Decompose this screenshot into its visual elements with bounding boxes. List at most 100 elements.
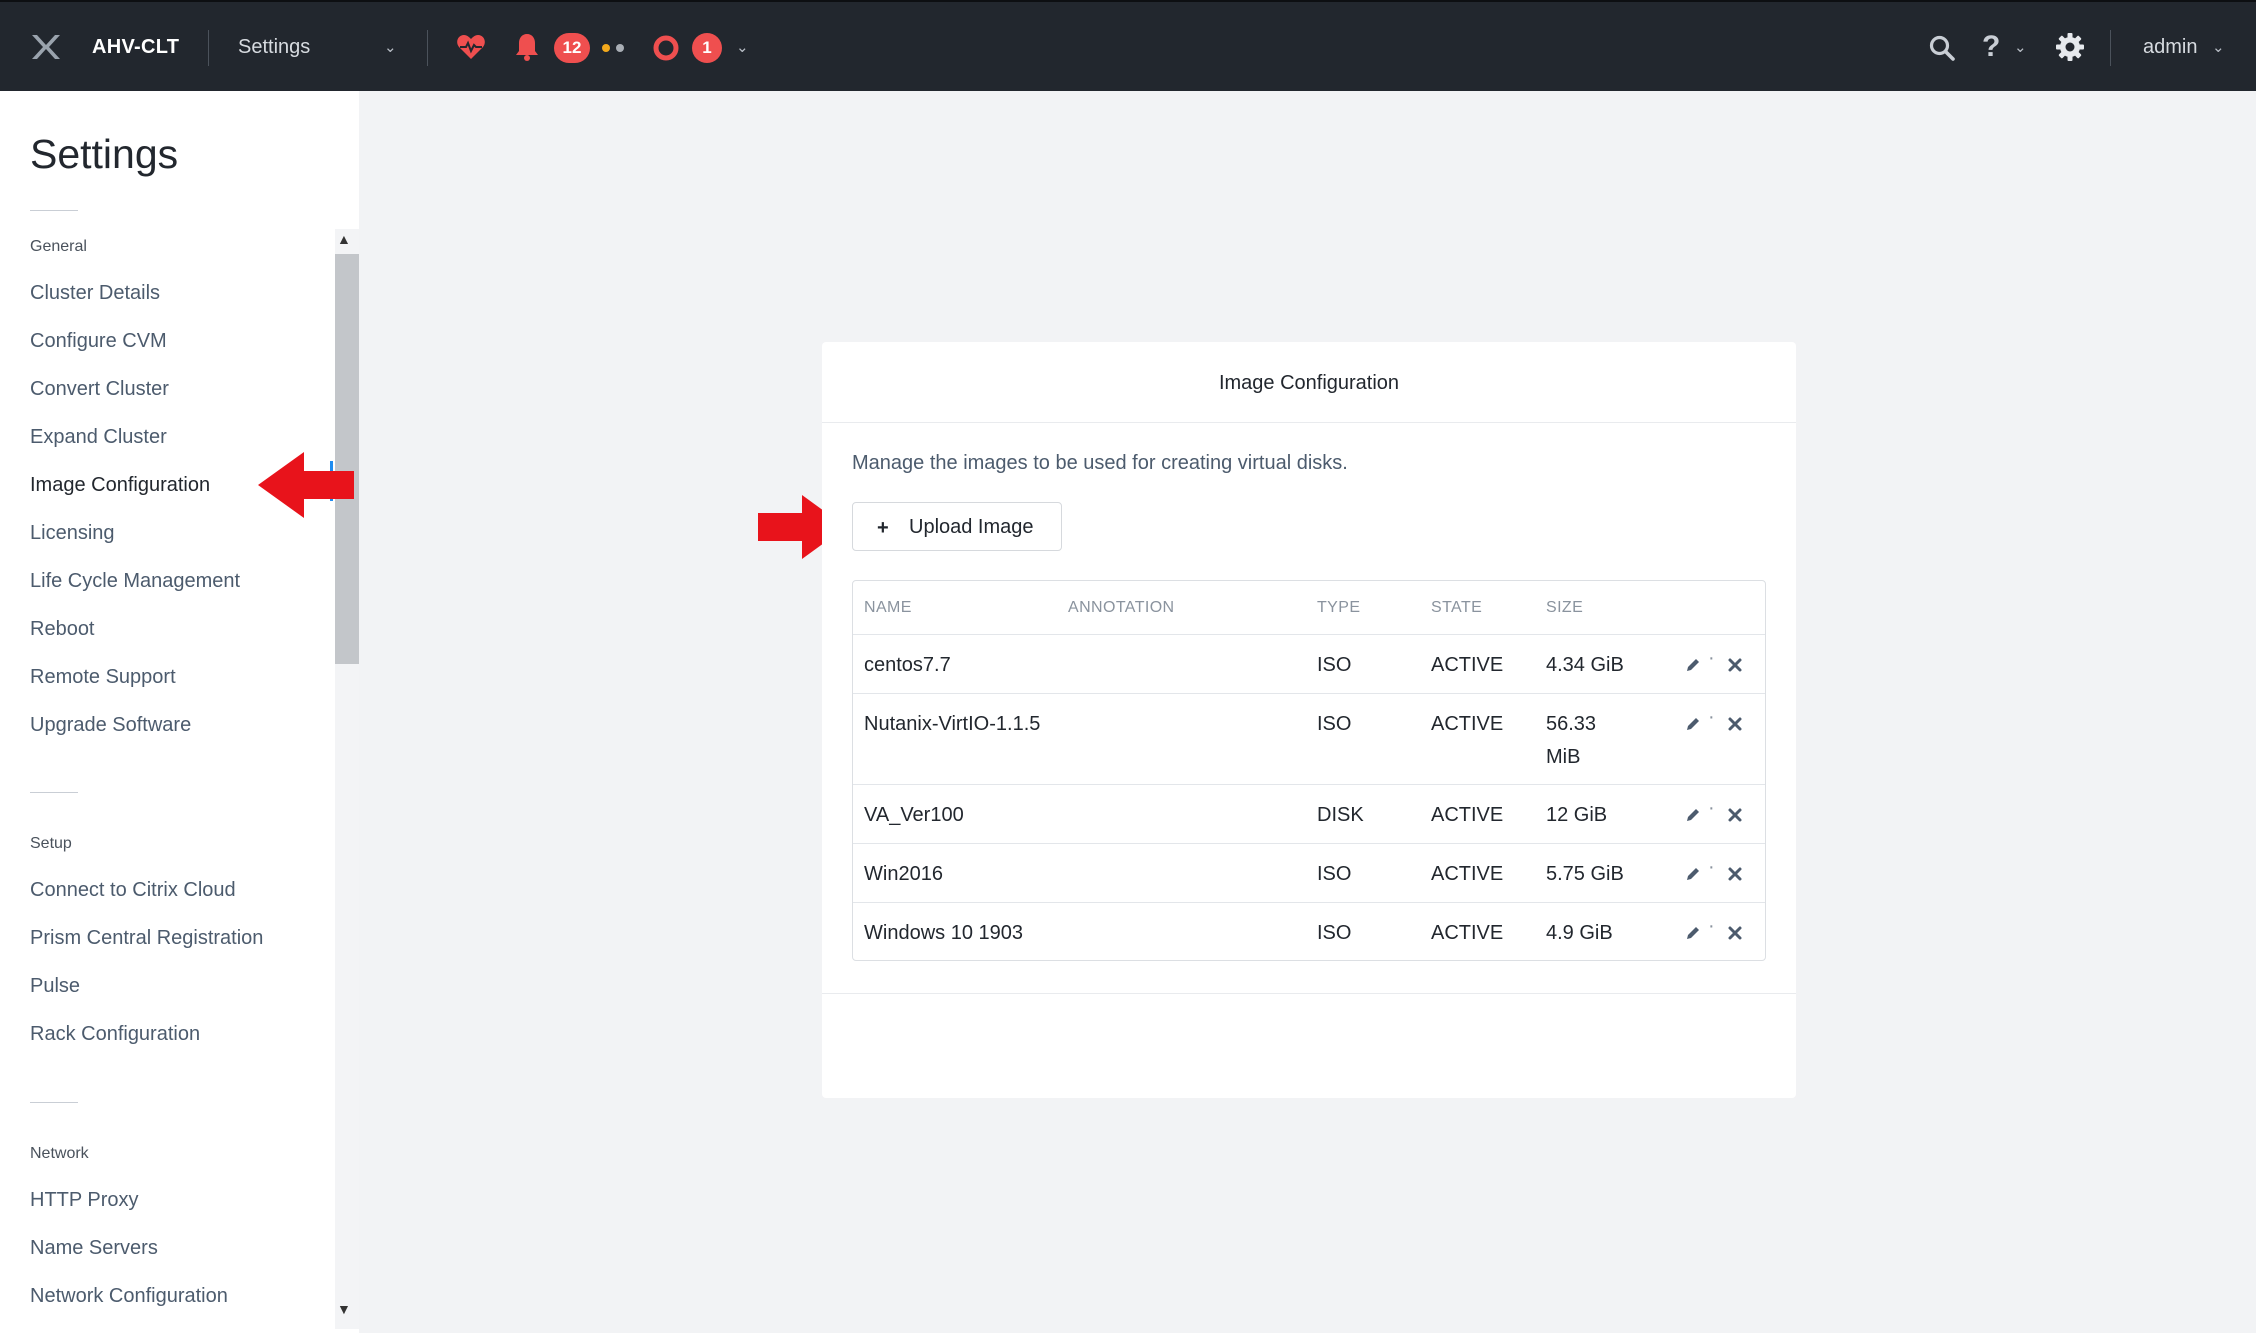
scroll-down-arrow-icon[interactable]: ▼ [337,1301,351,1317]
image-state: ACTIVE [1431,654,1504,676]
table-row[interactable]: Win2016 ISO ACTIVE 5.75 GiB · [853,843,1765,902]
cluster-name[interactable]: AHV-CLT [92,36,179,59]
section-heading-general: General [30,238,87,255]
annotation-arrow-left-icon [258,452,354,518]
delete-x-icon[interactable] [1727,716,1743,732]
image-name: Windows 10 1903 [864,922,1023,944]
divider [208,30,209,66]
section-heading-network: Network [30,1145,89,1162]
upload-image-label: Upload Image [909,516,1034,538]
column-header-state[interactable]: STATE [1431,599,1482,617]
separator-dot: · [1708,797,1715,819]
settings-sidebar: Settings General Cluster Details Configu… [0,91,359,1333]
upload-image-button[interactable]: + Upload Image [852,502,1062,551]
page-title: Settings [30,131,179,177]
search-icon[interactable] [1928,34,1956,62]
column-header-type[interactable]: TYPE [1317,599,1360,617]
image-type: ISO [1317,654,1352,676]
image-configuration-panel: Image Configuration Manage the images to… [822,342,1796,1098]
sidebar-item-pulse[interactable]: Pulse [30,975,80,998]
separator-dot: · [1708,915,1715,937]
sidebar-item-life-cycle-management[interactable]: Life Cycle Management [30,570,240,593]
column-header-size[interactable]: SIZE [1546,599,1583,617]
chevron-down-icon[interactable]: ⌄ [2014,38,2027,56]
sidebar-item-rack-configuration[interactable]: Rack Configuration [30,1023,200,1046]
divider [30,210,78,211]
image-size: 5.75 GiB [1546,863,1624,885]
divider [30,1102,78,1103]
panel-description: Manage the images to be used for creatin… [852,452,1348,474]
table-row[interactable]: Nutanix-VirtIO-1.1.5 ISO ACTIVE 56.33 Mi… [853,693,1765,784]
gear-icon[interactable] [2055,32,2085,62]
help-question-icon[interactable]: ? [1982,30,2000,64]
separator-dot: · [1708,706,1715,728]
column-header-name[interactable]: NAME [864,599,912,617]
edit-pencil-icon[interactable] [1685,657,1701,673]
panel-title: Image Configuration [1218,372,1400,394]
health-heart-icon[interactable] [456,34,486,60]
image-size: 4.34 GiB [1546,654,1624,676]
sidebar-item-configure-cvm[interactable]: Configure CVM [30,330,167,353]
chevron-down-icon[interactable]: ⌄ [2212,38,2225,56]
image-name: centos7.7 [864,654,951,676]
sidebar-item-name-servers[interactable]: Name Servers [30,1237,158,1260]
divider [427,30,428,66]
image-name: Win2016 [864,863,943,885]
table-row[interactable]: centos7.7 ISO ACTIVE 4.34 GiB · [853,634,1765,693]
delete-x-icon[interactable] [1727,925,1743,941]
image-type: ISO [1317,863,1352,885]
sidebar-item-remote-support[interactable]: Remote Support [30,666,176,689]
delete-x-icon[interactable] [1727,657,1743,673]
image-state: ACTIVE [1431,863,1504,885]
delete-x-icon[interactable] [1727,807,1743,823]
chevron-down-icon[interactable]: ⌄ [384,38,397,56]
sidebar-item-expand-cluster[interactable]: Expand Cluster [30,426,167,449]
edit-pencil-icon[interactable] [1685,807,1701,823]
edit-pencil-icon[interactable] [1685,866,1701,882]
delete-x-icon[interactable] [1727,866,1743,882]
image-name: VA_Ver100 [864,804,964,826]
image-state: ACTIVE [1431,922,1504,944]
sidebar-item-cluster-details[interactable]: Cluster Details [30,282,160,305]
divider [822,993,1796,994]
nutanix-logo-icon[interactable] [28,32,64,62]
separator-dot: · [1708,856,1715,878]
divider [822,422,1796,423]
sidebar-item-prism-central-registration[interactable]: Prism Central Registration [30,927,263,950]
divider [30,792,78,793]
table-row[interactable]: Windows 10 1903 ISO ACTIVE 4.9 GiB · [853,902,1765,960]
sidebar-item-network-configuration[interactable]: Network Configuration [30,1285,228,1308]
image-state: ACTIVE [1431,804,1504,826]
sidebar-item-reboot[interactable]: Reboot [30,618,95,641]
sidebar-item-convert-cluster[interactable]: Convert Cluster [30,378,169,401]
sidebar-item-connect-to-citrix-cloud[interactable]: Connect to Citrix Cloud [30,879,236,902]
image-state: ACTIVE [1431,713,1504,735]
separator-dot: · [1708,647,1715,669]
scroll-up-arrow-icon[interactable]: ▲ [337,231,351,247]
event-count-badge[interactable]: 1 [692,33,722,63]
image-size: 4.9 GiB [1546,922,1613,944]
top-navigation-bar: AHV-CLT Settings ⌄ 12 1 ⌄ ? ⌄ admin ⌄ [0,0,2256,91]
column-header-annotation[interactable]: ANNOTATION [1068,599,1175,617]
edit-pencil-icon[interactable] [1685,925,1701,941]
divider [2110,30,2111,66]
sidebar-item-upgrade-software[interactable]: Upgrade Software [30,714,191,737]
main-menu-selector[interactable]: Settings [238,36,310,59]
sidebar-item-licensing[interactable]: Licensing [30,522,115,545]
events-ring-icon[interactable] [653,35,679,61]
alert-bell-icon[interactable] [514,32,540,62]
sidebar-item-image-configuration[interactable]: Image Configuration [30,474,210,497]
image-type: DISK [1317,804,1364,826]
image-size: 56.33 MiB [1546,713,1597,768]
image-type: ISO [1317,922,1352,944]
user-menu[interactable]: admin [2143,36,2197,59]
sidebar-item-http-proxy[interactable]: HTTP Proxy [30,1189,139,1212]
plus-icon: + [877,517,889,539]
table-row[interactable]: VA_Ver100 DISK ACTIVE 12 GiB · [853,784,1765,843]
alert-severity-dots-icon[interactable] [600,42,628,54]
image-size: 12 GiB [1546,804,1608,826]
images-table: NAME ANNOTATION TYPE STATE SIZE centos7.… [852,580,1766,961]
alert-count-badge[interactable]: 12 [554,33,590,63]
chevron-down-icon[interactable]: ⌄ [736,38,749,56]
edit-pencil-icon[interactable] [1685,716,1701,732]
